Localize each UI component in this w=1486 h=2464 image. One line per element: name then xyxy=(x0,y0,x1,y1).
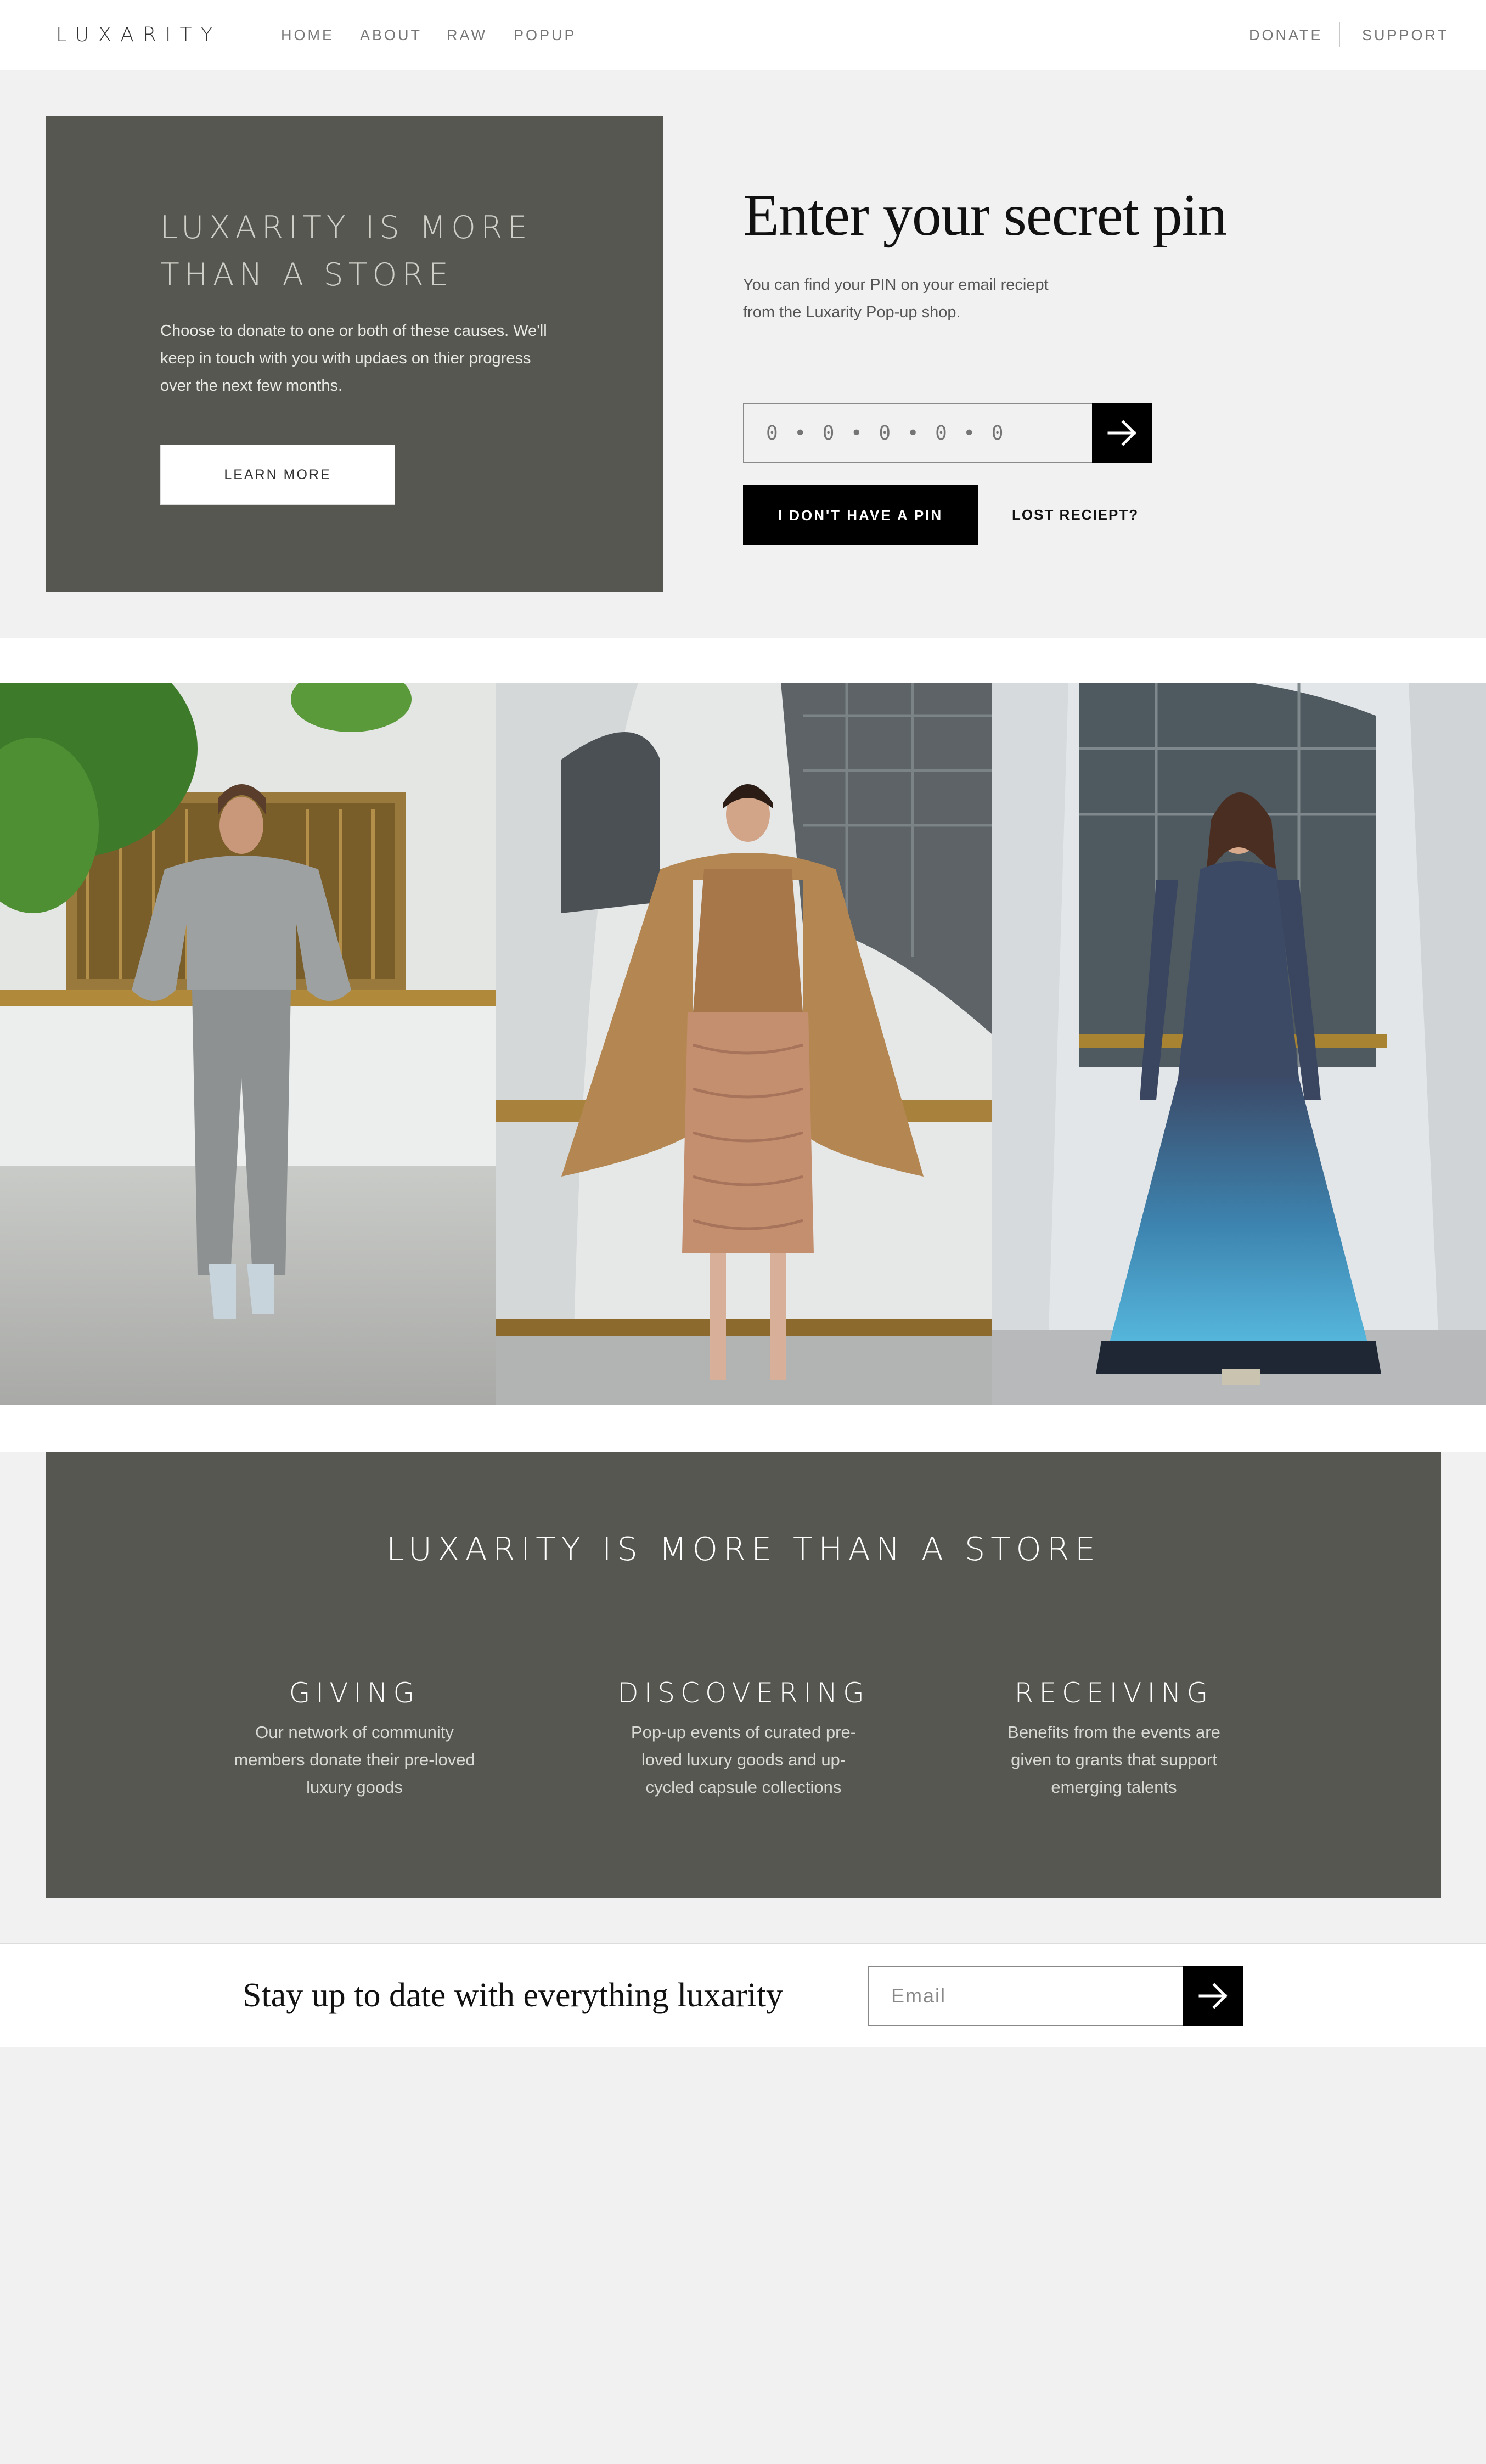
column-text: Our network of community members donate … xyxy=(234,1723,475,1797)
logo[interactable]: LUXARITY xyxy=(56,22,222,48)
info-section: LUXARITY IS MORE THAN A STORE GIVING Our… xyxy=(46,1452,1441,1898)
email-submit-button[interactable] xyxy=(1183,1966,1243,2026)
nav-link-raw[interactable]: RAW xyxy=(447,24,487,46)
column-discovering: DISCOVERING Pop-up events of curated pre… xyxy=(601,1673,886,1801)
column-giving: GIVING Our network of community members … xyxy=(212,1673,497,1801)
page-bottom-area xyxy=(0,2047,1486,2464)
nav-divider xyxy=(1339,22,1340,47)
email-field[interactable] xyxy=(868,1966,1184,2026)
hero-card-text: Choose to donate to one or both of these… xyxy=(160,322,547,395)
lost-receipt-link[interactable]: LOST RECIEPT? xyxy=(1012,504,1139,526)
newsletter-title: Stay up to date with everything luxarity xyxy=(243,1977,783,2014)
info-title: LUXARITY IS MORE THAN A STORE xyxy=(386,1530,1101,1568)
nav-link-about[interactable]: ABOUT xyxy=(360,24,422,46)
column-text: Pop-up events of curated pre-loved luxur… xyxy=(631,1723,857,1797)
nav-link-home[interactable]: HOME xyxy=(281,24,334,46)
newsletter-section: Stay up to date with everything luxarity xyxy=(0,1943,1486,2047)
learn-more-button[interactable]: LEARN MORE xyxy=(160,445,395,505)
photo-model-tan-coat xyxy=(496,683,992,1405)
pin-title: Enter your secret pin xyxy=(743,183,1228,248)
pin-input[interactable] xyxy=(743,403,1093,463)
photo-model-grey-outfit xyxy=(0,683,496,1405)
hero-card-title: LUXARITY IS MORE THAN A STORE xyxy=(160,210,532,293)
arrow-right-icon xyxy=(1107,420,1136,446)
nav-link-donate[interactable]: DONATE xyxy=(1249,24,1323,46)
pin-submit-button[interactable] xyxy=(1092,403,1152,463)
column-heading: GIVING xyxy=(289,1677,420,1709)
hero-section: LUXARITY IS MORE THAN A STORE Choose to … xyxy=(0,70,1486,638)
column-heading: DISCOVERING xyxy=(617,1677,870,1709)
photo-model-blue-gown xyxy=(992,683,1486,1405)
nav-link-popup[interactable]: POPUP xyxy=(514,24,577,46)
no-pin-button[interactable]: I DON'T HAVE A PIN xyxy=(743,485,978,545)
pin-subtitle: You can find your PIN on your email reci… xyxy=(743,276,1049,321)
nav-link-support[interactable]: SUPPORT xyxy=(1362,24,1449,46)
hero-card: LUXARITY IS MORE THAN A STORE Choose to … xyxy=(46,116,663,592)
column-text: Benefits from the events are given to gr… xyxy=(1007,1723,1220,1797)
arrow-right-icon xyxy=(1198,1983,1228,2009)
top-navbar: LUXARITY HOME ABOUT RAW POPUP DONATE SUP… xyxy=(0,0,1486,70)
column-receiving: RECEIVING Benefits from the events are g… xyxy=(971,1673,1257,1801)
column-heading: RECEIVING xyxy=(1014,1677,1214,1709)
